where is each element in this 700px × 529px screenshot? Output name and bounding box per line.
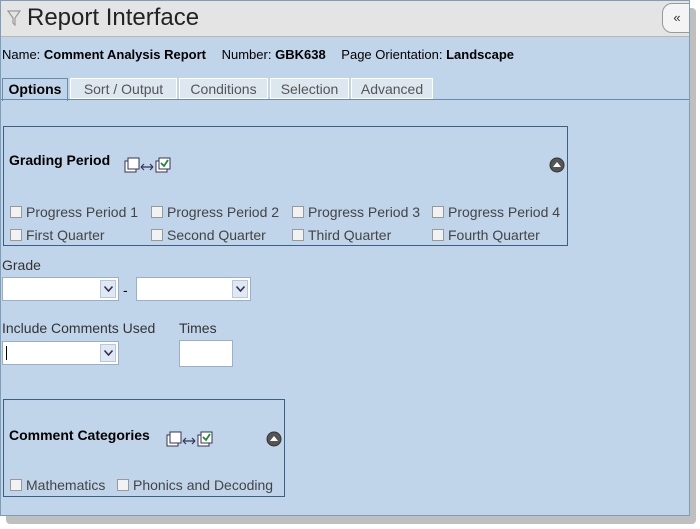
checkbox-phonics-and-decoding[interactable]: Phonics and Decoding <box>117 477 273 495</box>
name-label: Name: <box>2 47 41 62</box>
grade-from-select[interactable] <box>2 277 119 301</box>
title-bar: Report Interface « <box>1 1 689 37</box>
include-comments-select[interactable] <box>2 341 119 365</box>
times-input[interactable] <box>179 340 233 367</box>
collapse-section-icon[interactable] <box>266 431 282 447</box>
tab-advanced[interactable]: Advanced <box>351 78 433 99</box>
checkbox-second-quarter[interactable]: Second Quarter <box>151 227 266 245</box>
text-cursor <box>6 346 7 360</box>
tab-selection[interactable]: Selection <box>270 78 349 99</box>
tab-sort-output[interactable]: Sort / Output <box>70 78 177 99</box>
checkbox-progress-period-4[interactable]: Progress Period 4 <box>432 204 560 222</box>
checkbox-progress-period-3[interactable]: Progress Period 3 <box>292 204 420 222</box>
checkbox-fourth-quarter[interactable]: Fourth Quarter <box>432 227 540 245</box>
grading-period-title: Grading Period <box>9 152 111 168</box>
grade-range-separator: - <box>123 282 128 298</box>
checkbox-first-quarter[interactable]: First Quarter <box>10 227 105 245</box>
collapse-button[interactable]: « <box>662 3 689 33</box>
select-all-toggle-icon[interactable] <box>124 155 176 175</box>
number-label: Number: <box>221 47 272 62</box>
report-window: Report Interface « Name: Comment Analysi… <box>0 0 690 516</box>
comment-categories-title: Comment Categories <box>9 427 150 443</box>
report-name: Comment Analysis Report <box>43 47 206 62</box>
grade-to-select[interactable] <box>136 277 251 301</box>
select-all-toggle-icon[interactable] <box>166 429 218 449</box>
checkbox-progress-period-1[interactable]: Progress Period 1 <box>10 204 138 222</box>
chevron-down-icon[interactable] <box>100 280 116 298</box>
orientation-label: Page Orientation: <box>341 47 443 62</box>
checkbox-mathematics[interactable]: Mathematics <box>10 477 105 495</box>
report-info: Name: Comment Analysis Report Number: GB… <box>2 47 514 62</box>
orientation-value: Landscape <box>446 47 515 62</box>
chevron-down-icon[interactable] <box>100 344 116 362</box>
window-title: Report Interface <box>27 4 200 31</box>
collapse-section-icon[interactable] <box>549 157 565 173</box>
checkbox-progress-period-2[interactable]: Progress Period 2 <box>151 204 279 222</box>
tab-underline <box>1 99 689 100</box>
tab-options[interactable]: Options <box>2 78 68 101</box>
checkbox-third-quarter[interactable]: Third Quarter <box>292 227 391 245</box>
comment-categories-group: Comment Categories Mathematics Phonics a… <box>3 399 285 497</box>
include-comments-label: Include Comments Used <box>2 320 156 336</box>
chevron-down-icon[interactable] <box>232 280 248 298</box>
filter-icon <box>7 10 21 26</box>
grading-period-group: Grading Period Progress Period 1 Progres… <box>3 126 568 246</box>
grade-label: Grade <box>2 257 41 273</box>
report-number: GBK638 <box>275 47 326 62</box>
tab-conditions[interactable]: Conditions <box>179 78 268 99</box>
times-label: Times <box>179 320 217 336</box>
